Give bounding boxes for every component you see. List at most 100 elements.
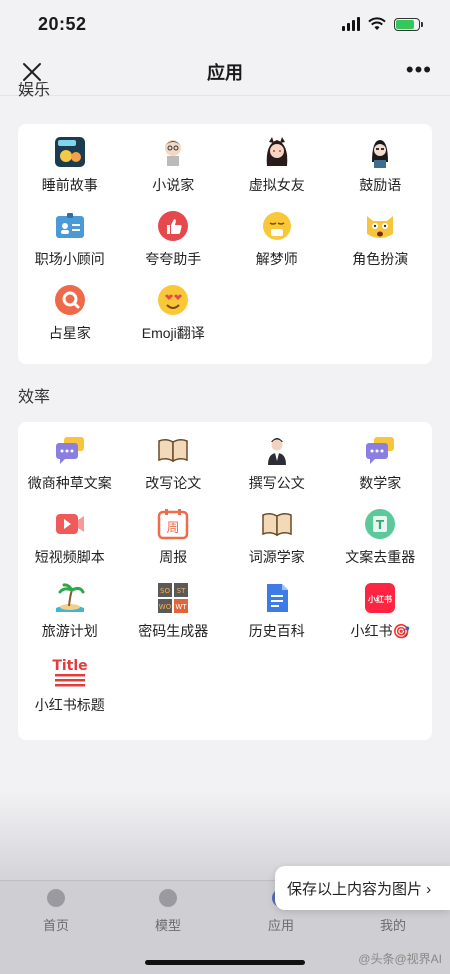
svg-text:WO: WO (159, 603, 172, 611)
id-card-icon (52, 208, 88, 244)
app-label: 文案去重器 (345, 549, 416, 565)
app-item[interactable]: 职场小顾问 (18, 198, 122, 272)
app-item[interactable]: 睡前故事 (18, 124, 122, 198)
home-indicator (145, 960, 305, 965)
password-grid-icon: SO ST WO WT (155, 580, 191, 616)
encourager-avatar-icon (362, 134, 398, 170)
watermark: @头条@视界AI (358, 952, 442, 966)
wifi-icon (368, 17, 386, 30)
app-item[interactable]: 短视频脚本 (18, 496, 122, 570)
app-item[interactable]: SO ST WO WT 密码生成器 (122, 570, 226, 644)
app-item[interactable]: 小说家 (122, 124, 226, 198)
chat-bubbles-icon (362, 432, 398, 468)
app-item[interactable]: 虚拟女友 (225, 124, 329, 198)
app-label: 占星家 (48, 325, 91, 341)
section-title-entertainment: 娱乐 (18, 82, 51, 98)
app-label: 改写论文 (145, 475, 202, 491)
entertainment-card: 睡前故事 小说家 虚拟女友 鼓励语 职场小顾问 夸夸助手 解梦师 角色扮演 占星… (18, 124, 432, 364)
app-item[interactable]: 词源学家 (225, 496, 329, 570)
app-label: 小红书🎯 (350, 623, 410, 639)
save-as-image-button[interactable]: 保存以上内容为图片 › (275, 866, 450, 910)
app-item[interactable]: 小红书 小红书🎯 (329, 570, 433, 644)
app-item[interactable]: T 文案去重器 (329, 496, 433, 570)
tab-home[interactable]: 首页 (11, 889, 101, 934)
tab-models[interactable]: 模型 (123, 889, 213, 934)
app-label: 职场小顾问 (34, 251, 105, 267)
app-label: 微商种草文案 (27, 475, 112, 491)
app-item[interactable]: 夸夸助手 (122, 198, 226, 272)
storybook-icon (52, 134, 88, 170)
title-icon: Title (52, 654, 88, 690)
status-time: 20:52 (38, 13, 87, 34)
app-item[interactable]: 鼓励语 (329, 124, 433, 198)
tab-label: 首页 (42, 918, 69, 933)
app-label: 睡前故事 (41, 177, 98, 193)
title-glyph: Title (52, 658, 87, 674)
status-icons (342, 17, 423, 31)
calendar-icon: 周 (155, 506, 191, 542)
app-label: 虚拟女友 (248, 177, 305, 193)
girlfriend-avatar-icon (259, 134, 295, 170)
calendar-glyph: 周 (167, 521, 180, 536)
sleepy-face-icon (259, 208, 295, 244)
svg-text:SO: SO (160, 587, 170, 595)
app-label: 词源学家 (248, 549, 305, 565)
novelist-avatar-icon (155, 134, 191, 170)
svg-text:ST: ST (177, 587, 186, 595)
tab-label: 我的 (379, 918, 406, 933)
app-item[interactable]: 微商种草文案 (18, 422, 122, 496)
app-label: 角色扮演 (352, 251, 409, 267)
home-icon (47, 889, 65, 907)
app-label: 数学家 (359, 475, 402, 491)
app-label: 小红书标题 (34, 697, 105, 713)
island-icon (52, 580, 88, 616)
close-icon[interactable] (20, 60, 44, 84)
app-label: 小说家 (152, 177, 195, 193)
open-book-icon (155, 432, 191, 468)
status-bar: 20:52 (0, 0, 450, 48)
app-label: 鼓励语 (359, 177, 402, 193)
text-dedupe-icon: T (362, 506, 398, 542)
page-title: 应用 (207, 62, 243, 83)
app-item[interactable]: 周 周报 (122, 496, 226, 570)
more-icon[interactable]: ••• (406, 58, 432, 82)
thumbs-up-icon (155, 208, 191, 244)
battery-icon (394, 17, 423, 31)
model-icon (159, 889, 177, 907)
astrology-icon (52, 282, 88, 318)
app-label: 撰写公文 (248, 475, 305, 491)
tab-label: 应用 (267, 918, 294, 933)
signal-icon (342, 17, 360, 31)
app-item[interactable]: 角色扮演 (329, 198, 433, 272)
svg-text:WT: WT (176, 603, 188, 611)
app-item[interactable]: 占星家 (18, 272, 122, 346)
app-item[interactable]: Title 小红书标题 (18, 644, 122, 718)
app-item[interactable]: 数学家 (329, 422, 433, 496)
app-label: 解梦师 (255, 251, 298, 267)
section-title-efficiency: 效率 (18, 389, 51, 406)
nav-bar: 应用 ••• (0, 48, 450, 96)
cat-face-icon (362, 208, 398, 244)
app-item[interactable]: 旅游计划 (18, 570, 122, 644)
tab-label: 模型 (154, 918, 181, 933)
chat-bubbles-icon (52, 432, 88, 468)
app-label: 旅游计划 (41, 623, 98, 639)
app-label: 密码生成器 (138, 623, 209, 639)
heart-eyes-icon (155, 282, 191, 318)
app-label: 周报 (159, 549, 188, 565)
app-item[interactable]: 改写论文 (122, 422, 226, 496)
text-glyph: T (376, 518, 385, 532)
app-item[interactable]: 撰写公文 (225, 422, 329, 496)
app-label: Emoji翻译 (141, 325, 205, 341)
app-label: 历史百科 (248, 623, 305, 639)
xiaohongshu-glyph: 小红书 (367, 594, 392, 604)
app-item[interactable]: 解梦师 (225, 198, 329, 272)
app-label: 短视频脚本 (34, 549, 105, 565)
official-avatar-icon (259, 432, 295, 468)
app-label: 夸夸助手 (145, 251, 202, 267)
app-item[interactable]: Emoji翻译 (122, 272, 226, 346)
document-icon (259, 580, 295, 616)
video-icon (52, 506, 88, 542)
app-item[interactable]: 历史百科 (225, 570, 329, 644)
efficiency-card: 微商种草文案 改写论文 撰写公文 数学家 短视频脚本 周 周报 词源学家 T 文… (18, 422, 432, 740)
